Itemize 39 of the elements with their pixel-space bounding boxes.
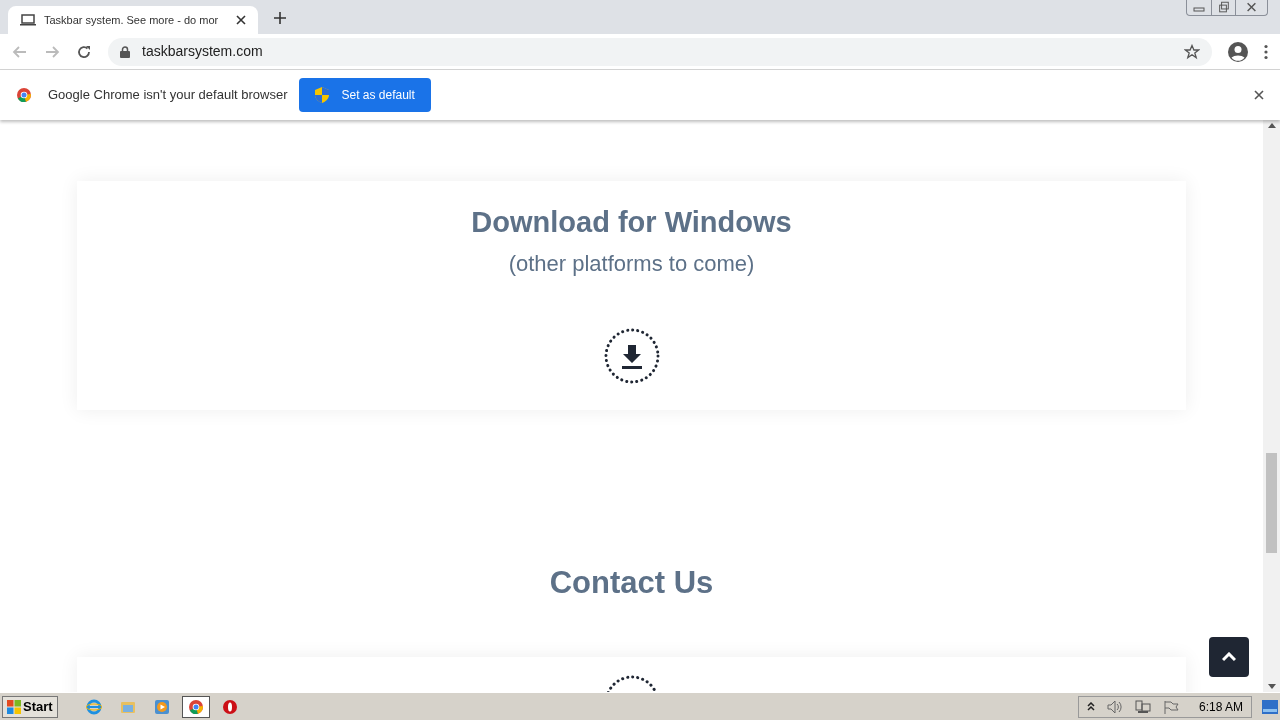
url-text: taskbarsystem.com [142, 42, 264, 61]
speaker-icon[interactable] [1106, 699, 1123, 714]
back-to-top-button[interactable] [1209, 637, 1249, 677]
scroll-up-icon [1267, 123, 1276, 128]
close-icon[interactable] [1254, 90, 1264, 100]
opera-icon [221, 698, 238, 715]
flag-icon[interactable] [1162, 699, 1179, 714]
tab-title: Taskbar system. See more - do mor [44, 12, 220, 28]
new-tab-icon[interactable] [274, 12, 286, 24]
close-icon[interactable] [236, 15, 246, 25]
download-subtitle: (other platforms to come) [508, 249, 755, 278]
chrome-icon [187, 698, 204, 715]
globe-e-icon [85, 698, 102, 715]
contact-heading: Contact Us [549, 564, 714, 602]
taskbar-app-button[interactable] [181, 695, 210, 718]
lock-icon [120, 45, 130, 58]
windows-logo-icon [7, 699, 21, 714]
chevron-up-icon[interactable] [1086, 701, 1095, 712]
download-icon[interactable] [603, 327, 660, 384]
chrome-icon [16, 87, 32, 103]
menu-icon[interactable] [1264, 43, 1268, 60]
star-icon[interactable] [1184, 43, 1200, 60]
clock[interactable]: 6:18 AM [1198, 697, 1243, 716]
profile-icon[interactable] [1228, 41, 1248, 62]
scroll-down-icon [1267, 684, 1276, 689]
address-bar[interactable]: taskbarsystem.com [108, 37, 1212, 66]
set-default-button[interactable]: Set as default [299, 78, 431, 112]
infobar-message: Google Chrome isn't your default browser [48, 86, 288, 105]
reload-icon[interactable] [76, 43, 92, 60]
scroll-thumb[interactable] [1266, 453, 1277, 553]
shield-icon [315, 87, 330, 103]
download-heading: Download for Windows [471, 205, 792, 240]
network-icon[interactable] [1134, 699, 1151, 714]
laptop-icon [20, 14, 36, 26]
start-button[interactable]: Start [2, 695, 58, 718]
caret-up-icon [1222, 652, 1236, 662]
play-icon [153, 698, 170, 715]
show-desktop-icon[interactable] [1262, 699, 1278, 714]
browser-tab[interactable]: Taskbar system. See more - do mor [8, 6, 258, 34]
